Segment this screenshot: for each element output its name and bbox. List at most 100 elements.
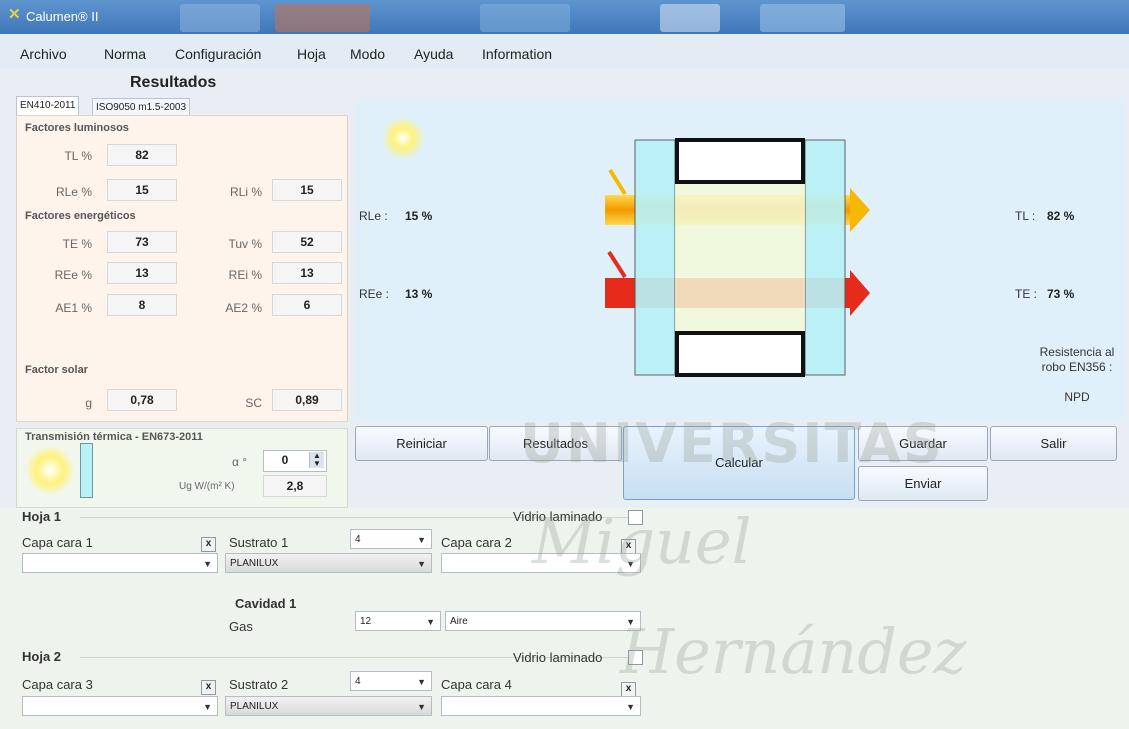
g-value: 0,78 xyxy=(107,389,177,411)
sc-label: SC xyxy=(245,396,262,410)
spinner-icon[interactable]: ▲ ▼ xyxy=(309,452,324,468)
title-bar: ✕ Calumen® II xyxy=(0,0,1129,34)
sustrato1-value: PLANILUX xyxy=(230,558,279,569)
thermal-header: Transmisión térmica - EN673-2011 xyxy=(25,431,203,443)
ree-label: REe % xyxy=(54,268,92,282)
menu-configuracion[interactable]: Configuración xyxy=(175,46,261,62)
alpha-label: α ° xyxy=(232,455,248,469)
light-arrow-head xyxy=(850,188,870,232)
rli-value: 15 xyxy=(272,179,342,201)
capa-cara-3-label: Capa cara 3 xyxy=(22,677,93,692)
gas-label: Gas xyxy=(229,619,253,634)
glazing-diagram-panel: RLe : 15 % REe : 13 % TL : 82 % TE : 73 … xyxy=(355,98,1125,420)
guardar-button[interactable]: Guardar xyxy=(858,426,988,461)
sustrato1-thickness-value: 4 xyxy=(355,534,361,545)
spacer-bottom xyxy=(675,331,805,377)
te-label: TE % xyxy=(62,237,92,251)
hoja2-vidrio-label: Vidrio laminado xyxy=(513,650,603,665)
thermal-glass-icon xyxy=(80,443,93,498)
rle-value: 15 xyxy=(107,179,177,201)
cavidad1-width-select[interactable]: 12 ▼ xyxy=(355,611,441,631)
energy-arrow-head xyxy=(850,270,870,316)
clear-capa-cara-3-icon[interactable]: x xyxy=(201,680,216,695)
hoja1-vidrio-checkbox[interactable] xyxy=(628,510,643,525)
ae1-value: 8 xyxy=(107,294,177,316)
diagram-ree-label: REe : xyxy=(359,287,389,301)
capa-cara-2-select[interactable]: ▼ xyxy=(441,553,641,573)
menu-hoja[interactable]: Hoja xyxy=(297,46,326,62)
title-decoration xyxy=(660,4,720,32)
spacer-top xyxy=(675,138,805,184)
energetic-header: Factores energéticos xyxy=(25,210,136,222)
tab-en410[interactable]: EN410-2011 xyxy=(16,96,80,116)
sc-value: 0,89 xyxy=(272,389,342,411)
ae1-label: AE1 % xyxy=(55,301,92,315)
sustrato2-thickness-value: 4 xyxy=(355,676,361,687)
hoja2-title: Hoja 2 xyxy=(22,649,62,664)
glass-pane-outer xyxy=(634,139,676,376)
rle-label: RLe % xyxy=(55,185,92,199)
clear-capa-cara-1-icon[interactable]: x xyxy=(201,537,216,552)
sustrato1-select[interactable]: PLANILUX ▼ xyxy=(225,553,432,573)
diagram-te-value: 73 % xyxy=(1047,287,1075,301)
rei-value: 13 xyxy=(272,262,342,284)
light-reflection-arrow xyxy=(608,168,627,196)
menu-ayuda[interactable]: Ayuda xyxy=(414,46,453,62)
clear-capa-cara-4-icon[interactable]: x xyxy=(621,682,636,697)
menu-modo[interactable]: Modo xyxy=(350,46,385,62)
energy-reflection-arrow xyxy=(607,250,627,279)
diagram-rle-value: 15 % xyxy=(405,209,433,223)
clear-capa-cara-2-icon[interactable]: x xyxy=(621,539,636,554)
glazing-diagram: RLe : 15 % REe : 13 % TL : 82 % TE : 73 … xyxy=(359,116,1114,404)
menu-norma[interactable]: Norma xyxy=(104,46,146,62)
sustrato1-thickness-select[interactable]: 4 ▼ xyxy=(350,529,432,549)
sustrato2-label: Sustrato 2 xyxy=(229,677,289,692)
diagram-ree-value: 13 % xyxy=(405,287,433,301)
hoja2-vidrio-checkbox[interactable] xyxy=(628,650,643,665)
capa-cara-4-label: Capa cara 4 xyxy=(441,677,512,692)
title-decoration xyxy=(480,4,570,32)
capa-cara-1-select[interactable]: ▼ xyxy=(22,553,218,573)
thermal-sun-icon xyxy=(25,445,75,495)
diagram-tl-value: 82 % xyxy=(1047,209,1075,223)
tuv-label: Tuv % xyxy=(228,237,262,251)
capa-cara-2-label: Capa cara 2 xyxy=(441,535,512,550)
ug-value: 2,8 xyxy=(263,475,327,497)
rei-label: REi % xyxy=(228,268,262,282)
gas-value: Aire xyxy=(450,616,468,627)
capa-cara-4-select[interactable]: ▼ xyxy=(441,696,641,716)
salir-button[interactable]: Salir xyxy=(990,426,1117,461)
resultados-button[interactable]: Resultados xyxy=(489,426,622,461)
rli-label: RLi % xyxy=(229,185,262,199)
tab-iso9050[interactable]: ISO9050 m1.5-2003 xyxy=(92,98,191,116)
enviar-button[interactable]: Enviar xyxy=(858,466,988,501)
cavidad1-title: Cavidad 1 xyxy=(235,596,297,611)
diagram-rle-label: RLe : xyxy=(359,209,388,223)
menu-archivo[interactable]: Archivo xyxy=(20,46,67,62)
sustrato2-value: PLANILUX xyxy=(230,701,279,712)
title-decoration xyxy=(760,4,845,32)
sustrato2-select[interactable]: PLANILUX ▼ xyxy=(225,696,432,716)
gas-select[interactable]: Aire ▼ xyxy=(445,611,641,631)
sun-icon xyxy=(381,116,425,160)
resistance-value: NPD xyxy=(1064,390,1090,404)
menu-information[interactable]: Information xyxy=(482,46,552,62)
title-decoration xyxy=(180,4,260,32)
sustrato1-label: Sustrato 1 xyxy=(229,535,289,550)
thermal-panel: Transmisión térmica - EN673-2011 α ° 0 ▲… xyxy=(16,428,348,508)
ae2-value: 6 xyxy=(272,294,342,316)
diagram-tl-label: TL : xyxy=(1015,209,1035,223)
ae2-label: AE2 % xyxy=(225,301,262,315)
te-value: 73 xyxy=(107,231,177,253)
sustrato2-thickness-select[interactable]: 4 ▼ xyxy=(350,671,432,691)
tl-label: TL % xyxy=(64,149,92,163)
calcular-button[interactable]: Calcular xyxy=(623,426,855,500)
luminous-header: Factores luminosos xyxy=(25,122,129,134)
alpha-stepper[interactable]: 0 ▲ ▼ xyxy=(263,450,327,472)
capa-cara-3-select[interactable]: ▼ xyxy=(22,696,218,716)
g-label: g xyxy=(85,396,92,410)
diagram-te-label: TE : xyxy=(1015,287,1037,301)
reiniciar-button[interactable]: Reiniciar xyxy=(355,426,488,461)
app-icon: ✕ xyxy=(8,6,21,23)
title-decoration xyxy=(275,4,370,32)
